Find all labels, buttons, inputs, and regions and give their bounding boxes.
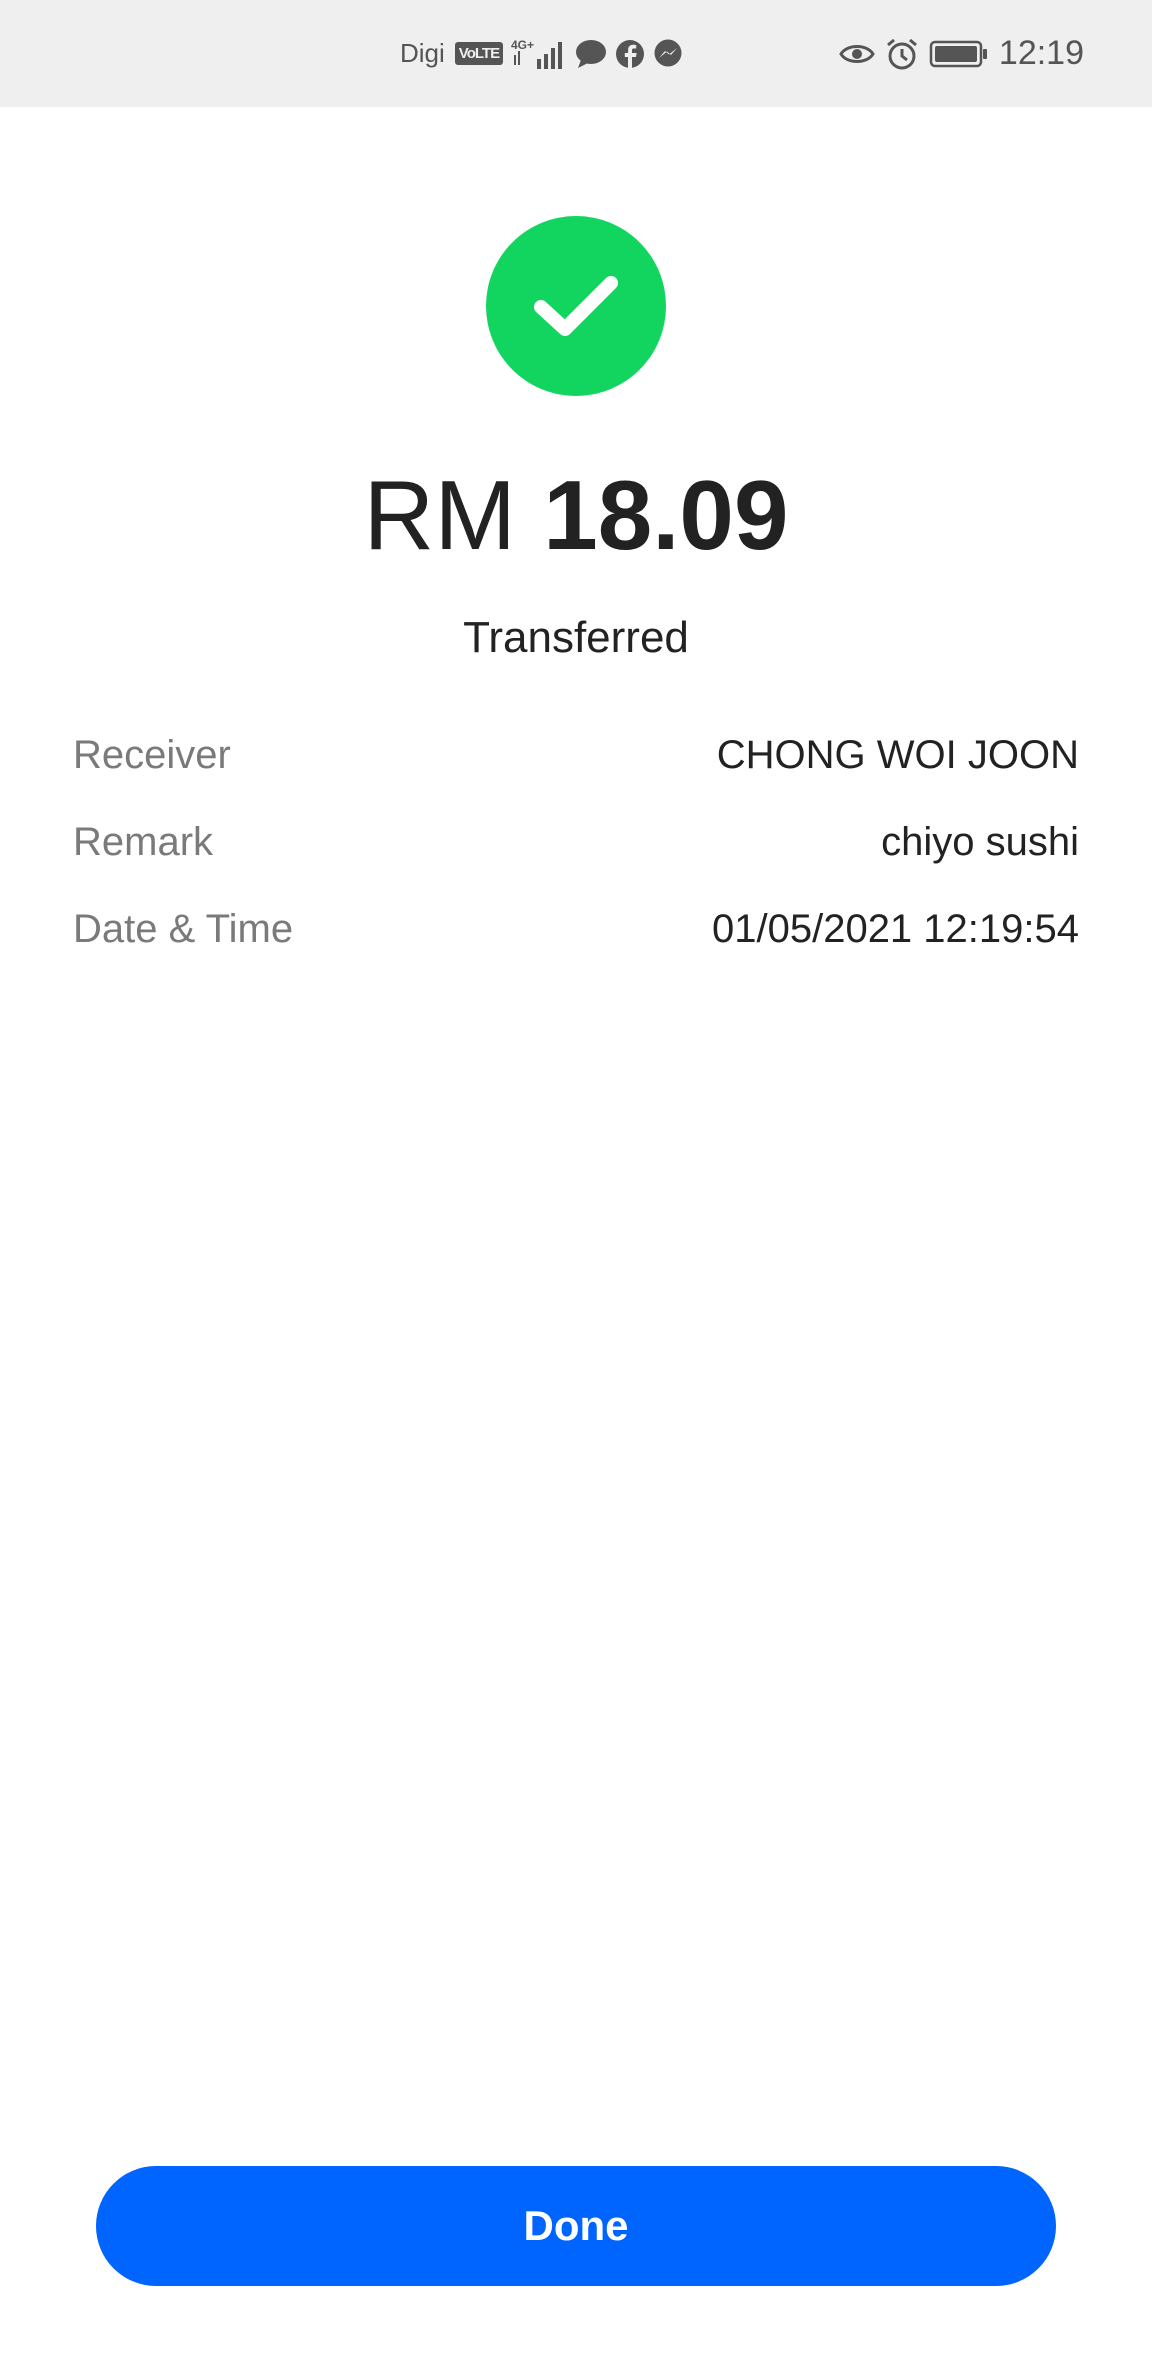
clock-time: 12:19 — [998, 34, 1084, 72]
volte-icon: VoLTE — [454, 42, 504, 65]
transfer-status: Transferred — [463, 613, 689, 662]
signal-icon: 4G+ — [511, 37, 567, 71]
detail-label: Receiver — [73, 733, 231, 777]
currency-label: RM — [363, 460, 516, 570]
detail-label: Date & Time — [73, 907, 294, 951]
done-button[interactable]: Done — [96, 2166, 1056, 2286]
detail-label: Remark — [73, 820, 214, 864]
status-bar-left: Digi VoLTE 4G+ — [400, 0, 683, 107]
detail-value: 01/05/2021 12:19:54 — [711, 907, 1079, 951]
transfer-details: Receiver CHONG WOI JOON Remark chiyo sus… — [73, 712, 1079, 973]
success-check-icon — [486, 216, 666, 396]
alarm-icon — [885, 37, 919, 71]
status-bar-right: 12:19 — [839, 0, 1084, 107]
detail-row-remark: Remark chiyo sushi — [73, 799, 1079, 886]
status-bar: Digi VoLTE 4G+ 12:19 — [0, 0, 1152, 107]
carrier-name: Digi — [400, 38, 445, 68]
messenger-icon — [653, 39, 683, 69]
detail-row-receiver: Receiver CHONG WOI JOON — [73, 712, 1079, 799]
amount-value: 18.09 — [543, 460, 789, 570]
message-icon — [575, 39, 607, 69]
transfer-amount: RM 18.09 — [0, 455, 1152, 575]
battery-icon — [929, 39, 989, 69]
facebook-icon — [615, 39, 645, 69]
detail-row-date-time: Date & Time 01/05/2021 12:19:54 — [73, 886, 1079, 973]
detail-value: chiyo sushi — [881, 820, 1079, 864]
eye-icon — [839, 40, 875, 68]
network-type: 4G+ — [511, 38, 534, 52]
detail-value: CHONG WOI JOON — [716, 733, 1079, 777]
